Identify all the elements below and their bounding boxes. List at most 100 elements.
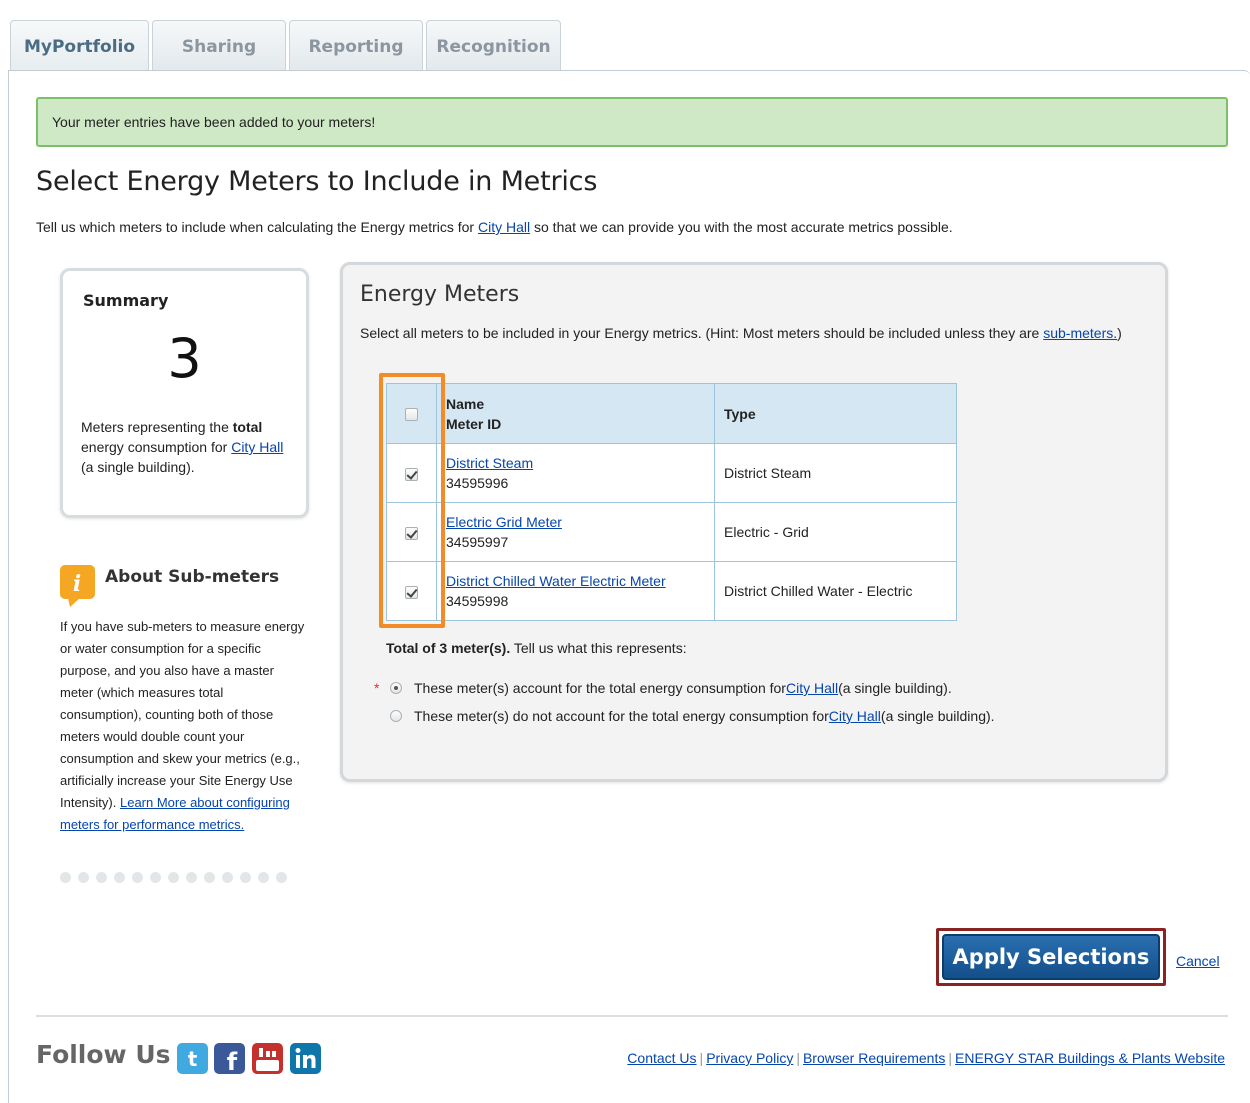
meter-id: 34595997 — [446, 534, 509, 550]
browser-requirements-link[interactable]: Browser Requirements — [803, 1050, 945, 1066]
footer-separator: | — [699, 1050, 704, 1066]
radio-option-not-total[interactable]: These meter(s) do not account for the to… — [374, 708, 995, 724]
linkedin-icon[interactable] — [290, 1043, 321, 1074]
meter-id-header-label: Meter ID — [446, 415, 502, 432]
radio-not-total-consumption[interactable] — [390, 710, 402, 722]
hint-text-end: ) — [1117, 325, 1122, 341]
privacy-policy-link[interactable]: Privacy Policy — [706, 1050, 793, 1066]
sub-meters-link[interactable]: sub-meters. — [1043, 325, 1117, 341]
name-header: Name Meter ID — [436, 383, 715, 444]
contact-us-link[interactable]: Contact Us — [627, 1050, 696, 1066]
svg-text:f: f — [227, 1048, 238, 1074]
hint-text: Select all meters to be included in your… — [360, 325, 1044, 341]
meter-total-prompt: Tell us what this represents: — [510, 640, 687, 656]
footer-links: Contact Us | Privacy Policy | Browser Requir… — [624, 1050, 1228, 1066]
summary-desc-text: (a single building). — [81, 459, 195, 475]
page-title: Select Energy Meters to Include in Metri… — [36, 166, 598, 197]
meter-checkbox[interactable] — [405, 467, 418, 481]
meter-checkbox[interactable] — [405, 585, 418, 599]
success-alert: Your meter entries have been added to yo… — [36, 97, 1228, 147]
meter-total-count: Total of 3 meter(s). — [386, 640, 511, 656]
required-marker: * — [374, 680, 380, 696]
carousel-dot[interactable] — [222, 872, 233, 883]
radio-total-consumption[interactable] — [390, 682, 402, 694]
tab-recognition[interactable]: Recognition — [426, 20, 561, 72]
radio-label: These meter(s) account for the total ene… — [414, 680, 786, 696]
row-check-cell — [386, 502, 437, 562]
table-row: District Steam 34595996 District Steam — [386, 443, 957, 503]
energy-star-website-link[interactable]: ENERGY STAR Buildings & Plants Website — [955, 1050, 1225, 1066]
summary-desc-text: energy consumption for — [81, 439, 232, 455]
meter-name-cell: District Steam 34595996 — [436, 443, 715, 503]
row-check-cell — [386, 561, 437, 621]
select-all-cell — [386, 383, 437, 444]
footer-separator: | — [796, 1050, 800, 1066]
intro-text-start: Tell us which meters to include when cal… — [36, 219, 478, 235]
footer-divider — [36, 1015, 1228, 1017]
svg-text:i: i — [73, 571, 81, 597]
twitter-icon[interactable]: t — [177, 1043, 208, 1074]
meter-name-link[interactable]: District Steam — [446, 455, 533, 471]
select-all-checkbox[interactable] — [405, 408, 418, 422]
carousel-dots — [60, 872, 287, 883]
radio-label-end: (a single building). — [880, 708, 995, 724]
meter-name-link[interactable]: District Chilled Water Electric Meter — [446, 573, 666, 589]
intro-text: Tell us which meters to include when cal… — [36, 219, 953, 235]
summary-card: Summary 3 Meters representing the total … — [60, 268, 309, 518]
energy-meters-hint: Select all meters to be included in your… — [360, 323, 1160, 344]
svg-text:t: t — [188, 1047, 198, 1071]
carousel-dot[interactable] — [60, 872, 71, 883]
summary-city-hall-link[interactable]: City Hall — [231, 439, 283, 455]
type-header: Type — [714, 383, 957, 444]
summary-desc-text: Meters representing the — [81, 419, 233, 435]
carousel-dot[interactable] — [258, 872, 269, 883]
meter-name-cell: District Chilled Water Electric Meter 345… — [436, 561, 715, 621]
tab-reporting[interactable]: Reporting — [289, 20, 423, 72]
carousel-dot[interactable] — [240, 872, 251, 883]
cancel-link[interactable]: Cancel — [1176, 953, 1220, 969]
meter-type: District Steam — [714, 443, 957, 503]
radio-option-total[interactable]: * These meter(s) account for the total e… — [374, 680, 952, 696]
energy-meters-title: Energy Meters — [360, 282, 520, 307]
meter-id: 34595996 — [446, 475, 509, 491]
about-body-text: If you have sub-meters to measure energy… — [60, 619, 305, 810]
meters-table: Name Meter ID Type District Steam 34595996… — [386, 383, 957, 621]
table-header-row: Name Meter ID Type — [386, 383, 957, 444]
carousel-dot[interactable] — [204, 872, 215, 883]
table-row: Electric Grid Meter 34595997 Electric - G… — [386, 502, 957, 562]
summary-description: Meters representing the total energy con… — [81, 417, 291, 477]
carousel-dot[interactable] — [168, 872, 179, 883]
meter-name-link[interactable]: Electric Grid Meter — [446, 514, 562, 530]
about-submeters-body: If you have sub-meters to measure energy… — [60, 616, 308, 836]
carousel-dot[interactable] — [114, 872, 125, 883]
summary-desc-bold: total — [232, 419, 263, 435]
radio-label: These meter(s) do not account for the to… — [414, 708, 829, 724]
name-header-label: Name — [446, 395, 485, 412]
apply-selections-button[interactable]: Apply Selections — [942, 934, 1160, 980]
meter-name-cell: Electric Grid Meter 34595997 — [436, 502, 715, 562]
carousel-dot[interactable] — [186, 872, 197, 883]
carousel-dot[interactable] — [78, 872, 89, 883]
youtube-icon[interactable] — [252, 1043, 283, 1074]
meter-checkbox[interactable] — [405, 526, 418, 540]
row-check-cell — [386, 443, 437, 503]
carousel-dot[interactable] — [96, 872, 107, 883]
tab-myportfolio[interactable]: MyPortfolio — [10, 20, 149, 72]
city-hall-link[interactable]: City Hall — [478, 219, 530, 235]
summary-title: Summary — [83, 291, 169, 310]
facebook-icon[interactable]: f — [214, 1043, 245, 1074]
meter-id: 34595998 — [446, 593, 509, 609]
carousel-dot[interactable] — [276, 872, 287, 883]
carousel-dot[interactable] — [150, 872, 161, 883]
summary-count: 3 — [167, 327, 202, 390]
radio-city-hall-link[interactable]: City Hall — [786, 680, 838, 696]
carousel-dot[interactable] — [132, 872, 143, 883]
about-submeters-title: About Sub-meters — [105, 567, 280, 587]
radio-city-hall-link[interactable]: City Hall — [829, 708, 881, 724]
intro-text-end: so that we can provide you with the most… — [530, 219, 953, 235]
footer-separator: | — [948, 1050, 952, 1066]
meter-total: Total of 3 meter(s). Tell us what this r… — [386, 640, 687, 656]
table-row: District Chilled Water Electric Meter 345… — [386, 561, 957, 621]
tab-sharing[interactable]: Sharing — [152, 20, 286, 72]
info-icon: i — [60, 565, 95, 607]
